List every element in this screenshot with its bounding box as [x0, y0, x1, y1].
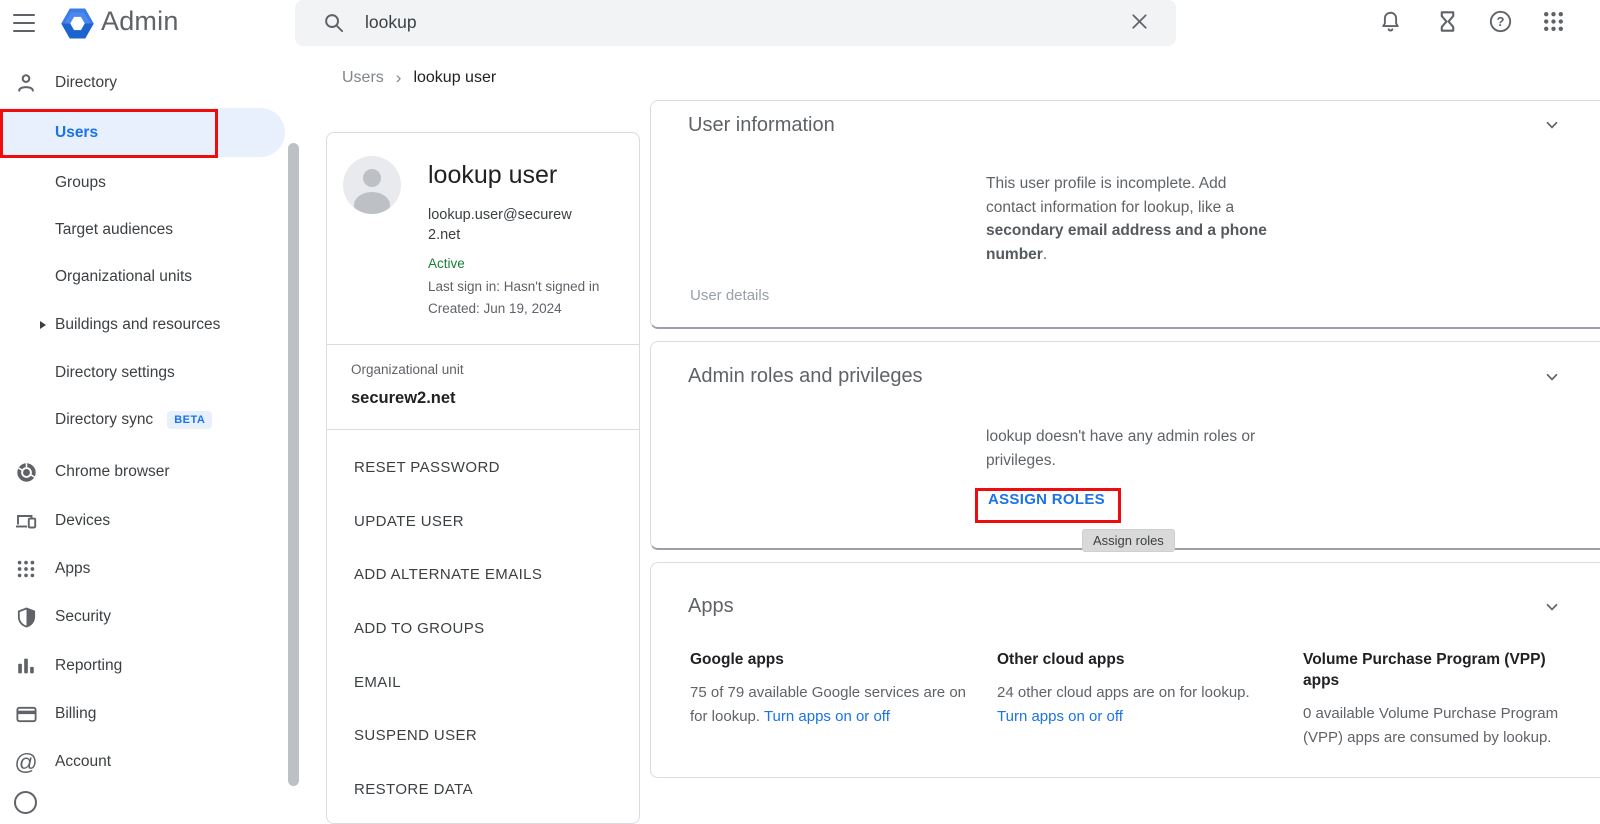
- other-cloud-apps-column: Other cloud apps 24 other cloud apps are…: [997, 649, 1279, 728]
- breadcrumb-current-page: lookup user: [413, 69, 496, 87]
- chevron-down-icon[interactable]: [1543, 368, 1561, 386]
- sidebar-item-directory-sync[interactable]: Directory sync BETA: [0, 400, 285, 440]
- sidebar-item-users[interactable]: Users: [0, 108, 285, 157]
- sidebar-item-account[interactable]: @ Account: [0, 742, 285, 782]
- clear-search-icon[interactable]: [1128, 10, 1151, 33]
- sidebar-scrollbar[interactable]: [288, 143, 299, 786]
- shield-icon: [13, 606, 39, 629]
- search-input[interactable]: lookup: [365, 12, 417, 33]
- divider: [327, 429, 639, 430]
- sidebar-item-security[interactable]: Security: [0, 597, 285, 637]
- panel-title: Apps: [688, 595, 734, 618]
- suspend-user-button[interactable]: SUSPEND USER: [327, 709, 639, 763]
- product-name: Admin: [101, 6, 179, 37]
- sidebar-item-directory-settings[interactable]: Directory settings: [0, 353, 285, 393]
- user-email: lookup.user@securew2.net: [428, 205, 580, 245]
- bar-chart-icon: [13, 655, 39, 677]
- chevron-down-icon[interactable]: [1543, 598, 1561, 616]
- panel-title: User information: [688, 114, 835, 137]
- chevron-down-icon[interactable]: [1543, 116, 1561, 134]
- column-heading: Other cloud apps: [997, 649, 1279, 670]
- svg-text:?: ?: [1497, 14, 1505, 29]
- restore-data-button[interactable]: RESTORE DATA: [327, 763, 639, 817]
- apps-panel: Apps Google apps 75 of 79 available Goog…: [650, 562, 1600, 778]
- credit-card-icon: [13, 703, 39, 726]
- expand-arrow-icon[interactable]: [40, 321, 46, 329]
- sidebar-item-target-audiences[interactable]: Target audiences: [0, 210, 285, 250]
- status-badge: Active: [428, 256, 465, 271]
- apps-grid-icon: [13, 558, 39, 580]
- divider: [327, 344, 639, 345]
- org-unit-label: Organizational unit: [351, 362, 464, 377]
- assign-roles-tooltip: Assign roles: [1082, 529, 1175, 552]
- turn-apps-on-off-link[interactable]: Turn apps on or off: [997, 708, 1123, 725]
- sidebar-item-apps[interactable]: Apps: [0, 549, 285, 589]
- user-details-link[interactable]: User details: [690, 287, 769, 304]
- devices-icon: [13, 509, 39, 533]
- sidebar-item-groups[interactable]: Groups: [0, 163, 285, 203]
- column-heading: Volume Purchase Program (VPP) apps: [1303, 649, 1575, 691]
- vpp-apps-column: Volume Purchase Program (VPP) apps 0 ava…: [1303, 649, 1575, 749]
- breadcrumb-separator: ›: [396, 68, 402, 88]
- user-name: lookup user: [428, 161, 557, 190]
- assign-roles-button[interactable]: ASSIGN ROLES: [988, 491, 1105, 508]
- google-apps-column: Google apps 75 of 79 available Google se…: [690, 649, 972, 728]
- sidebar-item-label: Users: [55, 124, 98, 142]
- apps-grid-icon[interactable]: [1541, 9, 1566, 34]
- hourglass-icon[interactable]: [1435, 9, 1460, 34]
- beta-badge: BETA: [167, 411, 212, 429]
- update-user-button[interactable]: UPDATE USER: [327, 495, 639, 549]
- admin-roles-panel: Admin roles and privileges lookup doesn'…: [650, 341, 1600, 550]
- sidebar-item-devices[interactable]: Devices: [0, 501, 285, 541]
- user-information-panel: User information This user profile is in…: [650, 100, 1600, 329]
- org-unit-value: securew2.net: [351, 389, 456, 408]
- email-button[interactable]: EMAIL: [327, 655, 639, 709]
- breadcrumb-users-link[interactable]: Users: [342, 69, 384, 87]
- sidebar-item-directory[interactable]: Directory: [0, 63, 285, 103]
- help-icon[interactable]: ?: [1488, 9, 1513, 34]
- sidebar-item-reporting[interactable]: Reporting: [0, 646, 285, 686]
- sidebar-item-billing[interactable]: Billing: [0, 694, 285, 734]
- add-alternate-emails-button[interactable]: ADD ALTERNATE EMAILS: [327, 548, 639, 602]
- breadcrumb: Users › lookup user: [342, 68, 496, 88]
- created-date: Created: Jun 19, 2024: [428, 299, 562, 319]
- bell-icon[interactable]: [1378, 9, 1403, 34]
- sidebar-item-buildings-and-resources[interactable]: Buildings and resources: [0, 305, 285, 345]
- last-sign-in: Last sign in: Hasn't signed in: [428, 277, 599, 297]
- user-actions-list: RESET PASSWORD UPDATE USER ADD ALTERNATE…: [327, 441, 639, 816]
- sidebar-item-chrome-browser[interactable]: Chrome browser: [0, 452, 285, 492]
- turn-apps-on-off-link[interactable]: Turn apps on or off: [764, 708, 890, 725]
- column-heading: Google apps: [690, 649, 972, 670]
- panel-title: Admin roles and privileges: [688, 365, 923, 388]
- reset-password-button[interactable]: RESET PASSWORD: [327, 441, 639, 495]
- user-summary-card: lookup user lookup.user@securew2.net Act…: [326, 132, 640, 824]
- no-admin-roles-message: lookup doesn't have any admin roles or p…: [986, 425, 1276, 472]
- sidebar-item-organizational-units[interactable]: Organizational units: [0, 257, 285, 297]
- sidebar-item-partial-icon: [14, 791, 37, 814]
- at-sign-icon: @: [13, 751, 39, 774]
- add-to-groups-button[interactable]: ADD TO GROUPS: [327, 602, 639, 656]
- menu-hamburger-icon[interactable]: [13, 14, 35, 32]
- incomplete-profile-message: This user profile is incomplete. Add con…: [986, 172, 1278, 267]
- chrome-icon: [13, 461, 39, 484]
- avatar: [343, 156, 401, 214]
- search-bar[interactable]: [295, 0, 1176, 46]
- search-icon: [322, 11, 345, 34]
- google-admin-logo[interactable]: [57, 3, 98, 44]
- sidebar-item-label: Directory: [55, 74, 117, 92]
- person-icon: [13, 71, 39, 95]
